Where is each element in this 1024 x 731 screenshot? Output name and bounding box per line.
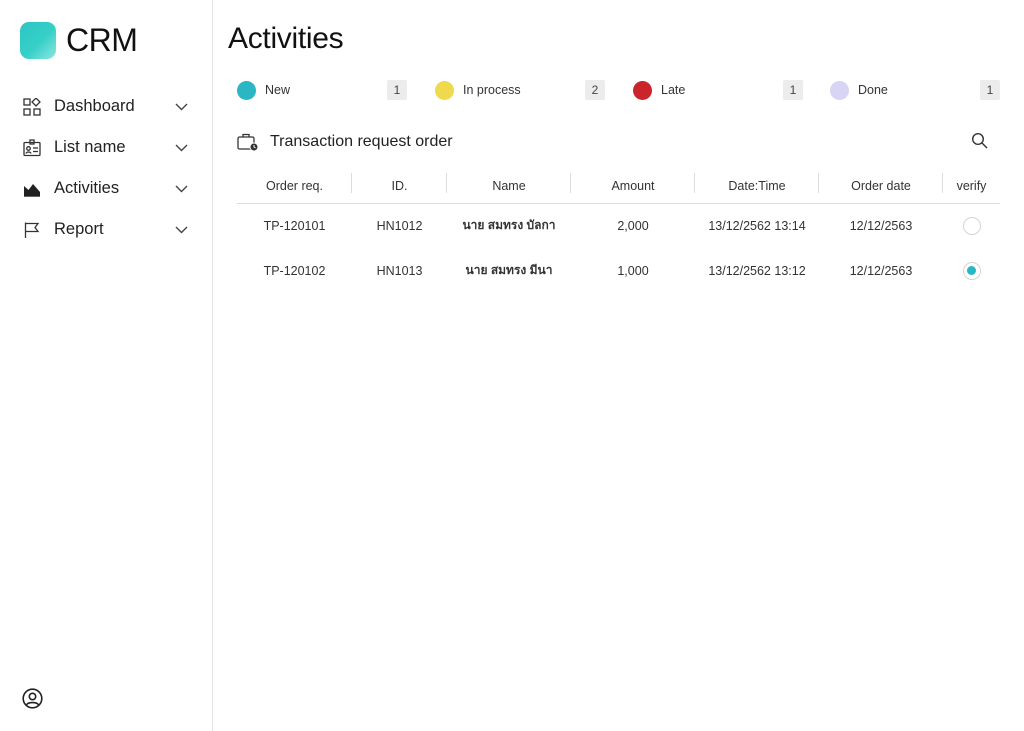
- cell-datetime: 13/12/2562 13:14: [708, 218, 806, 233]
- column-header-label: verify: [956, 179, 987, 194]
- sidebar-item-label: Dashboard: [54, 97, 135, 115]
- column-header-verify[interactable]: verify: [943, 170, 1000, 204]
- contact-card-icon: [22, 138, 42, 158]
- status-dot-icon: [435, 80, 454, 100]
- column-header-order-date[interactable]: Order date: [819, 170, 943, 204]
- sidebar-item-label: Activities: [54, 179, 120, 197]
- chevron-down-icon[interactable]: [174, 223, 188, 237]
- search-icon[interactable]: [971, 132, 989, 150]
- logo-mark-icon: [20, 22, 56, 59]
- status-label: Late: [661, 83, 686, 97]
- cell-id: HN1012: [376, 218, 423, 233]
- sidebar-nav: Dashboard List name Activities Report: [0, 86, 212, 250]
- page-title: Activities: [228, 22, 344, 55]
- table-header-row: Order req. ID. Name Amount Date:Time Ord…: [237, 170, 1000, 204]
- cell-datetime: 13/12/2562 13:12: [708, 263, 806, 278]
- cell-name: นาย สมทรง บัลกา: [462, 218, 556, 233]
- column-header-id[interactable]: ID.: [352, 170, 447, 204]
- column-header-name[interactable]: Name: [447, 170, 571, 204]
- column-header-label: ID.: [391, 179, 408, 194]
- column-header-order-req[interactable]: Order req.: [237, 170, 352, 204]
- verify-radio[interactable]: [962, 261, 981, 280]
- status-label: New: [265, 83, 291, 97]
- status-dot-icon: [830, 80, 849, 100]
- column-header-label: Name: [492, 179, 526, 194]
- cell-order-req: TP-120102: [263, 263, 326, 278]
- section-title: Transaction request order: [270, 133, 453, 150]
- verify-radio[interactable]: [962, 216, 981, 235]
- cell-order-req: TP-120101: [263, 218, 326, 233]
- column-header-label: Amount: [611, 179, 655, 194]
- sidebar-item-label: List name: [54, 138, 126, 156]
- status-label: Done: [858, 83, 888, 97]
- status-done[interactable]: Done 1: [830, 79, 1000, 101]
- transaction-table: Order req. ID. Name Amount Date:Time Ord…: [237, 170, 1000, 293]
- status-label: In process: [463, 83, 521, 97]
- chart-area-icon: [22, 179, 42, 199]
- chevron-down-icon[interactable]: [174, 182, 188, 196]
- table-row[interactable]: TP-120101 HN1012 นาย สมทรง บัลกา 2,000 1…: [237, 203, 1000, 248]
- sidebar-item-report[interactable]: Report: [0, 209, 212, 250]
- cell-order-date: 12/12/2563: [849, 218, 913, 233]
- briefcase-clock-icon: [237, 131, 259, 153]
- section-header: Transaction request order: [237, 130, 1000, 154]
- status-count-badge: 1: [980, 80, 1000, 100]
- table-row[interactable]: TP-120102 HN1013 นาย สมทรง มีนา 1,000 13…: [237, 248, 1000, 293]
- sidebar-item-dashboard[interactable]: Dashboard: [0, 86, 212, 127]
- chevron-down-icon[interactable]: [174, 100, 188, 114]
- column-header-label: Order date: [851, 179, 911, 194]
- user-account-icon[interactable]: [22, 688, 43, 709]
- status-count-badge: 1: [387, 80, 407, 100]
- column-header-amount[interactable]: Amount: [571, 170, 695, 204]
- status-count-badge: 2: [585, 80, 605, 100]
- sidebar-item-activities[interactable]: Activities: [0, 168, 212, 209]
- cell-id: HN1013: [376, 263, 423, 278]
- status-new[interactable]: New 1: [237, 79, 407, 101]
- app-title: CRM: [66, 22, 138, 58]
- cell-verify: [943, 248, 1000, 293]
- chevron-down-icon[interactable]: [174, 141, 188, 155]
- app-logo[interactable]: CRM: [20, 22, 138, 59]
- transaction-section: Transaction request order: [237, 130, 1000, 154]
- status-dot-icon: [237, 80, 256, 100]
- cell-verify: [943, 203, 1000, 248]
- column-header-label: Order req.: [266, 179, 323, 194]
- main-content: Activities New 1 In process 2 Late 1 Don…: [213, 0, 1024, 731]
- status-dot-icon: [633, 80, 652, 100]
- status-count-badge: 1: [783, 80, 803, 100]
- column-header-label: Date:Time: [728, 179, 786, 194]
- dashboard-icon: [22, 97, 42, 117]
- radio-dot: [967, 266, 976, 275]
- sidebar-item-list-name[interactable]: List name: [0, 127, 212, 168]
- cell-amount: 2,000: [617, 218, 649, 233]
- column-header-datetime[interactable]: Date:Time: [695, 170, 819, 204]
- flag-icon: [22, 220, 42, 240]
- sidebar: CRM Dashboard List name Activities Repor…: [0, 0, 213, 731]
- cell-amount: 1,000: [617, 263, 649, 278]
- status-summary: New 1 In process 2 Late 1 Done 1: [237, 79, 1000, 101]
- cell-order-date: 12/12/2563: [849, 263, 913, 278]
- status-in-process[interactable]: In process 2: [435, 79, 605, 101]
- sidebar-item-label: Report: [54, 220, 104, 238]
- status-late[interactable]: Late 1: [633, 79, 803, 101]
- cell-name: นาย สมทรง มีนา: [465, 263, 553, 277]
